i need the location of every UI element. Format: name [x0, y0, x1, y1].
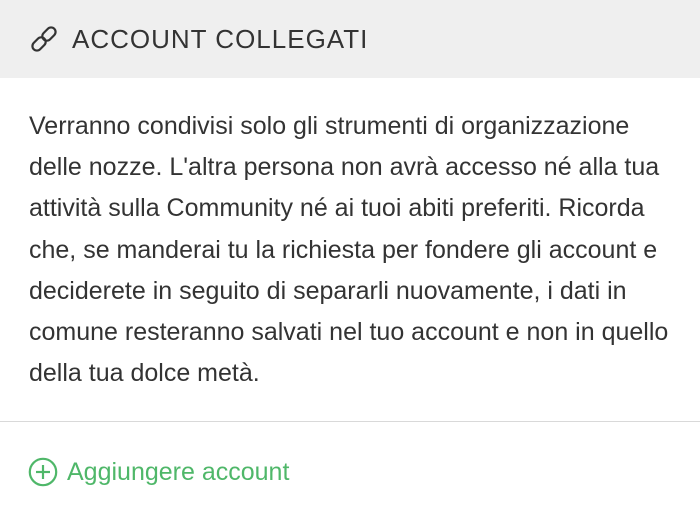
link-icon [28, 23, 60, 55]
divider [0, 421, 700, 422]
section-title: ACCOUNT COLLEGATI [72, 23, 369, 54]
add-account-label: Aggiungere account [67, 457, 290, 486]
section-header: ACCOUNT COLLEGATI [0, 0, 700, 78]
plus-circle-icon [28, 457, 58, 487]
add-account-button[interactable]: Aggiungere account [28, 452, 289, 492]
description-text: Verranno condivisi solo gli strumenti di… [29, 112, 669, 388]
